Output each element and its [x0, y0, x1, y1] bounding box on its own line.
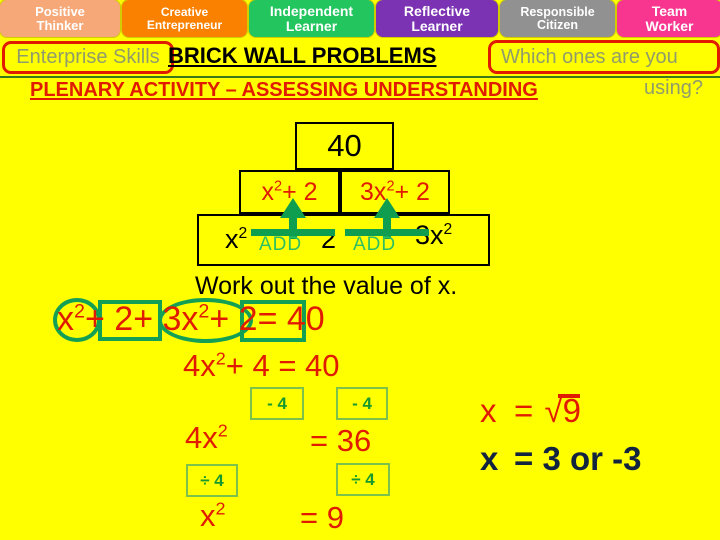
tab-independent-learner-line1: Independent: [269, 3, 354, 20]
square-root-icon: √ 9: [544, 392, 581, 429]
tab-creative-entrepreneur-line1: Creative: [160, 5, 209, 20]
enterprise-skills-tabstrip: Positive Thinker Creative Entrepreneur I…: [0, 0, 720, 37]
slide-title: BRICK WALL PROBLEMS: [168, 43, 437, 68]
tab-positive-thinker-line2: Thinker: [36, 17, 84, 33]
using-label: using?: [644, 77, 703, 99]
tab-team-worker-line1: Team: [651, 3, 688, 20]
equation-line-4-right: = 9: [300, 500, 344, 535]
instruction-text: Work out the value of x.: [195, 272, 458, 300]
tab-independent-learner[interactable]: Independent Learner: [249, 0, 374, 37]
eq1-term-b: + 2: [84, 300, 134, 338]
tab-responsible-citizen-line2: Citizen: [537, 17, 578, 32]
which-ones-callout: Which ones are you: [488, 40, 720, 74]
tab-positive-thinker[interactable]: Positive Thinker: [0, 0, 120, 37]
operation-minus-four-right-label: - 4: [352, 393, 372, 413]
tab-creative-entrepreneur[interactable]: Creative Entrepreneur: [122, 0, 247, 37]
answer-surd-equals: =: [514, 392, 534, 429]
equation-line-3-right: = 36: [310, 423, 372, 458]
tab-team-worker[interactable]: Team Worker: [617, 0, 720, 37]
tab-reflective-learner-line1: Reflective: [403, 3, 471, 20]
tab-team-worker-line2: Worker: [645, 17, 694, 34]
add-arrow-left-label: ADD: [259, 234, 303, 255]
tab-independent-learner-line2: Learner: [285, 17, 338, 34]
operation-divide-four-right-label: ÷ 4: [351, 469, 375, 489]
tab-reflective-learner-line2: Learner: [411, 17, 463, 34]
operation-divide-four-right: ÷ 4: [336, 463, 390, 496]
operation-minus-four-left: - 4: [250, 387, 304, 420]
eq1-term-e: = 40: [257, 300, 325, 338]
operation-minus-four-right: - 4: [336, 387, 388, 420]
answer-final-value: = 3 or -3: [514, 440, 642, 477]
equation-line-3-left: 4x2: [185, 420, 228, 455]
add-arrow-right-label: ADD: [353, 234, 397, 255]
tab-responsible-citizen[interactable]: Responsible Citizen: [500, 0, 615, 37]
slide-canvas: Positive Thinker Creative Entrepreneur I…: [0, 0, 720, 540]
pyramid-top-box: 40: [295, 122, 394, 170]
header-divider-rule: [0, 76, 720, 78]
tab-creative-entrepreneur-line2: Entrepreneur: [146, 17, 223, 32]
which-ones-label: Which ones are you: [501, 45, 678, 68]
tab-reflective-learner[interactable]: Reflective Learner: [376, 0, 498, 37]
answer-surd-variable: x: [480, 392, 497, 429]
operation-divide-four-left: ÷ 4: [186, 464, 238, 497]
enterprise-skills-callout: Enterprise Skills: [2, 41, 174, 74]
header-band: Enterprise Skills BRICK WALL PROBLEMS Wh…: [0, 37, 720, 105]
eq1-term-c: + 3x2: [133, 300, 210, 338]
operation-minus-four-left-label: - 4: [267, 393, 287, 413]
pyramid-top-value: 40: [327, 128, 362, 163]
equation-line-4-left: x2: [200, 498, 226, 533]
plenary-subtitle: PLENARY ACTIVITY – ASSESSING UNDERSTANDI…: [30, 79, 538, 101]
tab-responsible-citizen-line1: Responsible: [520, 4, 595, 19]
up-arrow-icon: [280, 198, 306, 218]
eq1-term-a: x2: [57, 300, 85, 338]
operation-divide-four-left-label: ÷ 4: [200, 470, 224, 490]
equation-line-2: 4x2+ 4 = 40: [183, 348, 340, 383]
eq1-term-d: + 2: [209, 300, 258, 338]
answer-line-final: x = 3 or -3: [480, 440, 641, 478]
pyramid-bottom-term-1: x2: [225, 224, 248, 254]
equation-line-1: x2+ 2+ 3x2+ 2= 40: [57, 300, 325, 339]
enterprise-skills-label: Enterprise Skills: [16, 46, 160, 68]
tab-positive-thinker-line1: Positive: [35, 4, 85, 20]
answer-final-variable: x: [480, 440, 499, 477]
up-arrow-icon: [374, 198, 400, 218]
answer-line-surd: x = √ 9: [480, 392, 581, 430]
pyramid-bottom-box: x2 2 3x2: [197, 214, 490, 266]
